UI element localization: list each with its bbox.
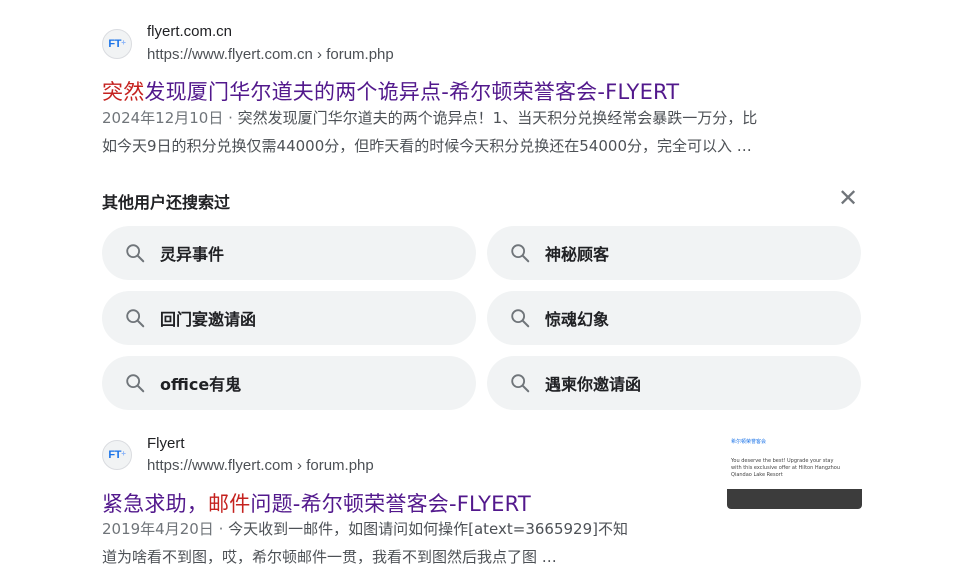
search-icon: [126, 244, 145, 263]
result-thumbnail[interactable]: 希尔顿荣誉客会 You deserve the best! Upgrade yo…: [727, 434, 862, 509]
result-snippet: 2024年12月10日 · 突然发现厦门华尔道夫的两个诡异点！1、当天积分兑换经…: [102, 104, 872, 160]
related-search-chip[interactable]: 遇柬你邀请函: [487, 356, 861, 410]
chip-label: 惊魂幻象: [545, 310, 610, 329]
site-name[interactable]: flyert.com.cn: [147, 23, 232, 40]
title-text: 紧急求助，: [102, 492, 208, 516]
thumbnail-bar: [727, 489, 862, 509]
related-search-chip[interactable]: 神秘顾客: [487, 226, 861, 280]
chip-label: 回门宴邀请函: [160, 310, 257, 329]
chip-label: 神秘顾客: [545, 245, 610, 264]
site-favicon[interactable]: FT+: [102, 440, 132, 470]
site-url[interactable]: https://www.flyert.com.cn › forum.php: [147, 46, 394, 63]
snippet-line-2: 如今天9日的积分兑换仅需44000分，但昨天看的时候今天积分兑换还在54000分…: [102, 137, 752, 155]
related-search-chip[interactable]: office有鬼: [102, 356, 476, 410]
date-separator: ·: [213, 520, 229, 538]
title-highlight: 突然: [102, 80, 145, 104]
flyert-logo-icon: FT+: [108, 38, 126, 50]
snippet-line-1: 突然发现厦门华尔道夫的两个诡异点！1、当天积分兑换经常会暴跌一万分，比: [237, 109, 758, 127]
result-title-link[interactable]: 紧急求助，邮件问题-希尔顿荣誉客会-FLYERT: [102, 488, 531, 518]
date-separator: ·: [223, 109, 238, 127]
search-icon: [511, 244, 530, 263]
search-icon: [511, 374, 530, 393]
search-icon: [126, 309, 145, 328]
site-url[interactable]: https://www.flyert.com › forum.php: [147, 457, 374, 474]
snippet-line-2: 道为啥看不到图，哎，希尔顿邮件一贯，我看不到图然后我点了图 …: [102, 548, 557, 566]
result-snippet: 2019年4月20日 · 今天收到一邮件，如图请问如何操作[atext=3665…: [102, 515, 702, 571]
result-date: 2024年12月10日: [102, 109, 224, 127]
related-search-chip[interactable]: 回门宴邀请函: [102, 291, 476, 345]
thumbnail-heading: 希尔顿荣誉客会: [731, 439, 767, 445]
related-search-chip[interactable]: 灵异事件: [102, 226, 476, 280]
close-icon[interactable]: ✕: [838, 186, 858, 210]
chip-label: 遇柬你邀请函: [545, 375, 642, 394]
search-icon: [511, 309, 530, 328]
chip-label: 灵异事件: [160, 245, 225, 264]
related-searches-title: 其他用户还搜索过: [102, 193, 231, 212]
snippet-line-1: 今天收到一邮件，如图请问如何操作[atext=3665929]不知: [228, 520, 628, 538]
chip-label: office有鬼: [160, 375, 242, 394]
result-title-link[interactable]: 突然发现厦门华尔道夫的两个诡异点-希尔顿荣誉客会-FLYERT: [102, 76, 679, 106]
search-icon: [126, 374, 145, 393]
result-date: 2019年4月20日: [102, 520, 214, 538]
title-text: 发现厦门华尔道夫的两个诡异点-希尔顿荣誉客会-FLYERT: [144, 80, 680, 104]
site-favicon[interactable]: FT+: [102, 29, 132, 59]
title-text: 问题-希尔顿荣誉客会-FLYERT: [250, 492, 531, 516]
site-name[interactable]: Flyert: [147, 435, 185, 452]
related-search-chip[interactable]: 惊魂幻象: [487, 291, 861, 345]
thumbnail-text: You deserve the best! Upgrade your stay …: [731, 458, 841, 478]
flyert-logo-icon: FT+: [108, 449, 126, 461]
title-highlight: 邮件: [208, 492, 251, 516]
